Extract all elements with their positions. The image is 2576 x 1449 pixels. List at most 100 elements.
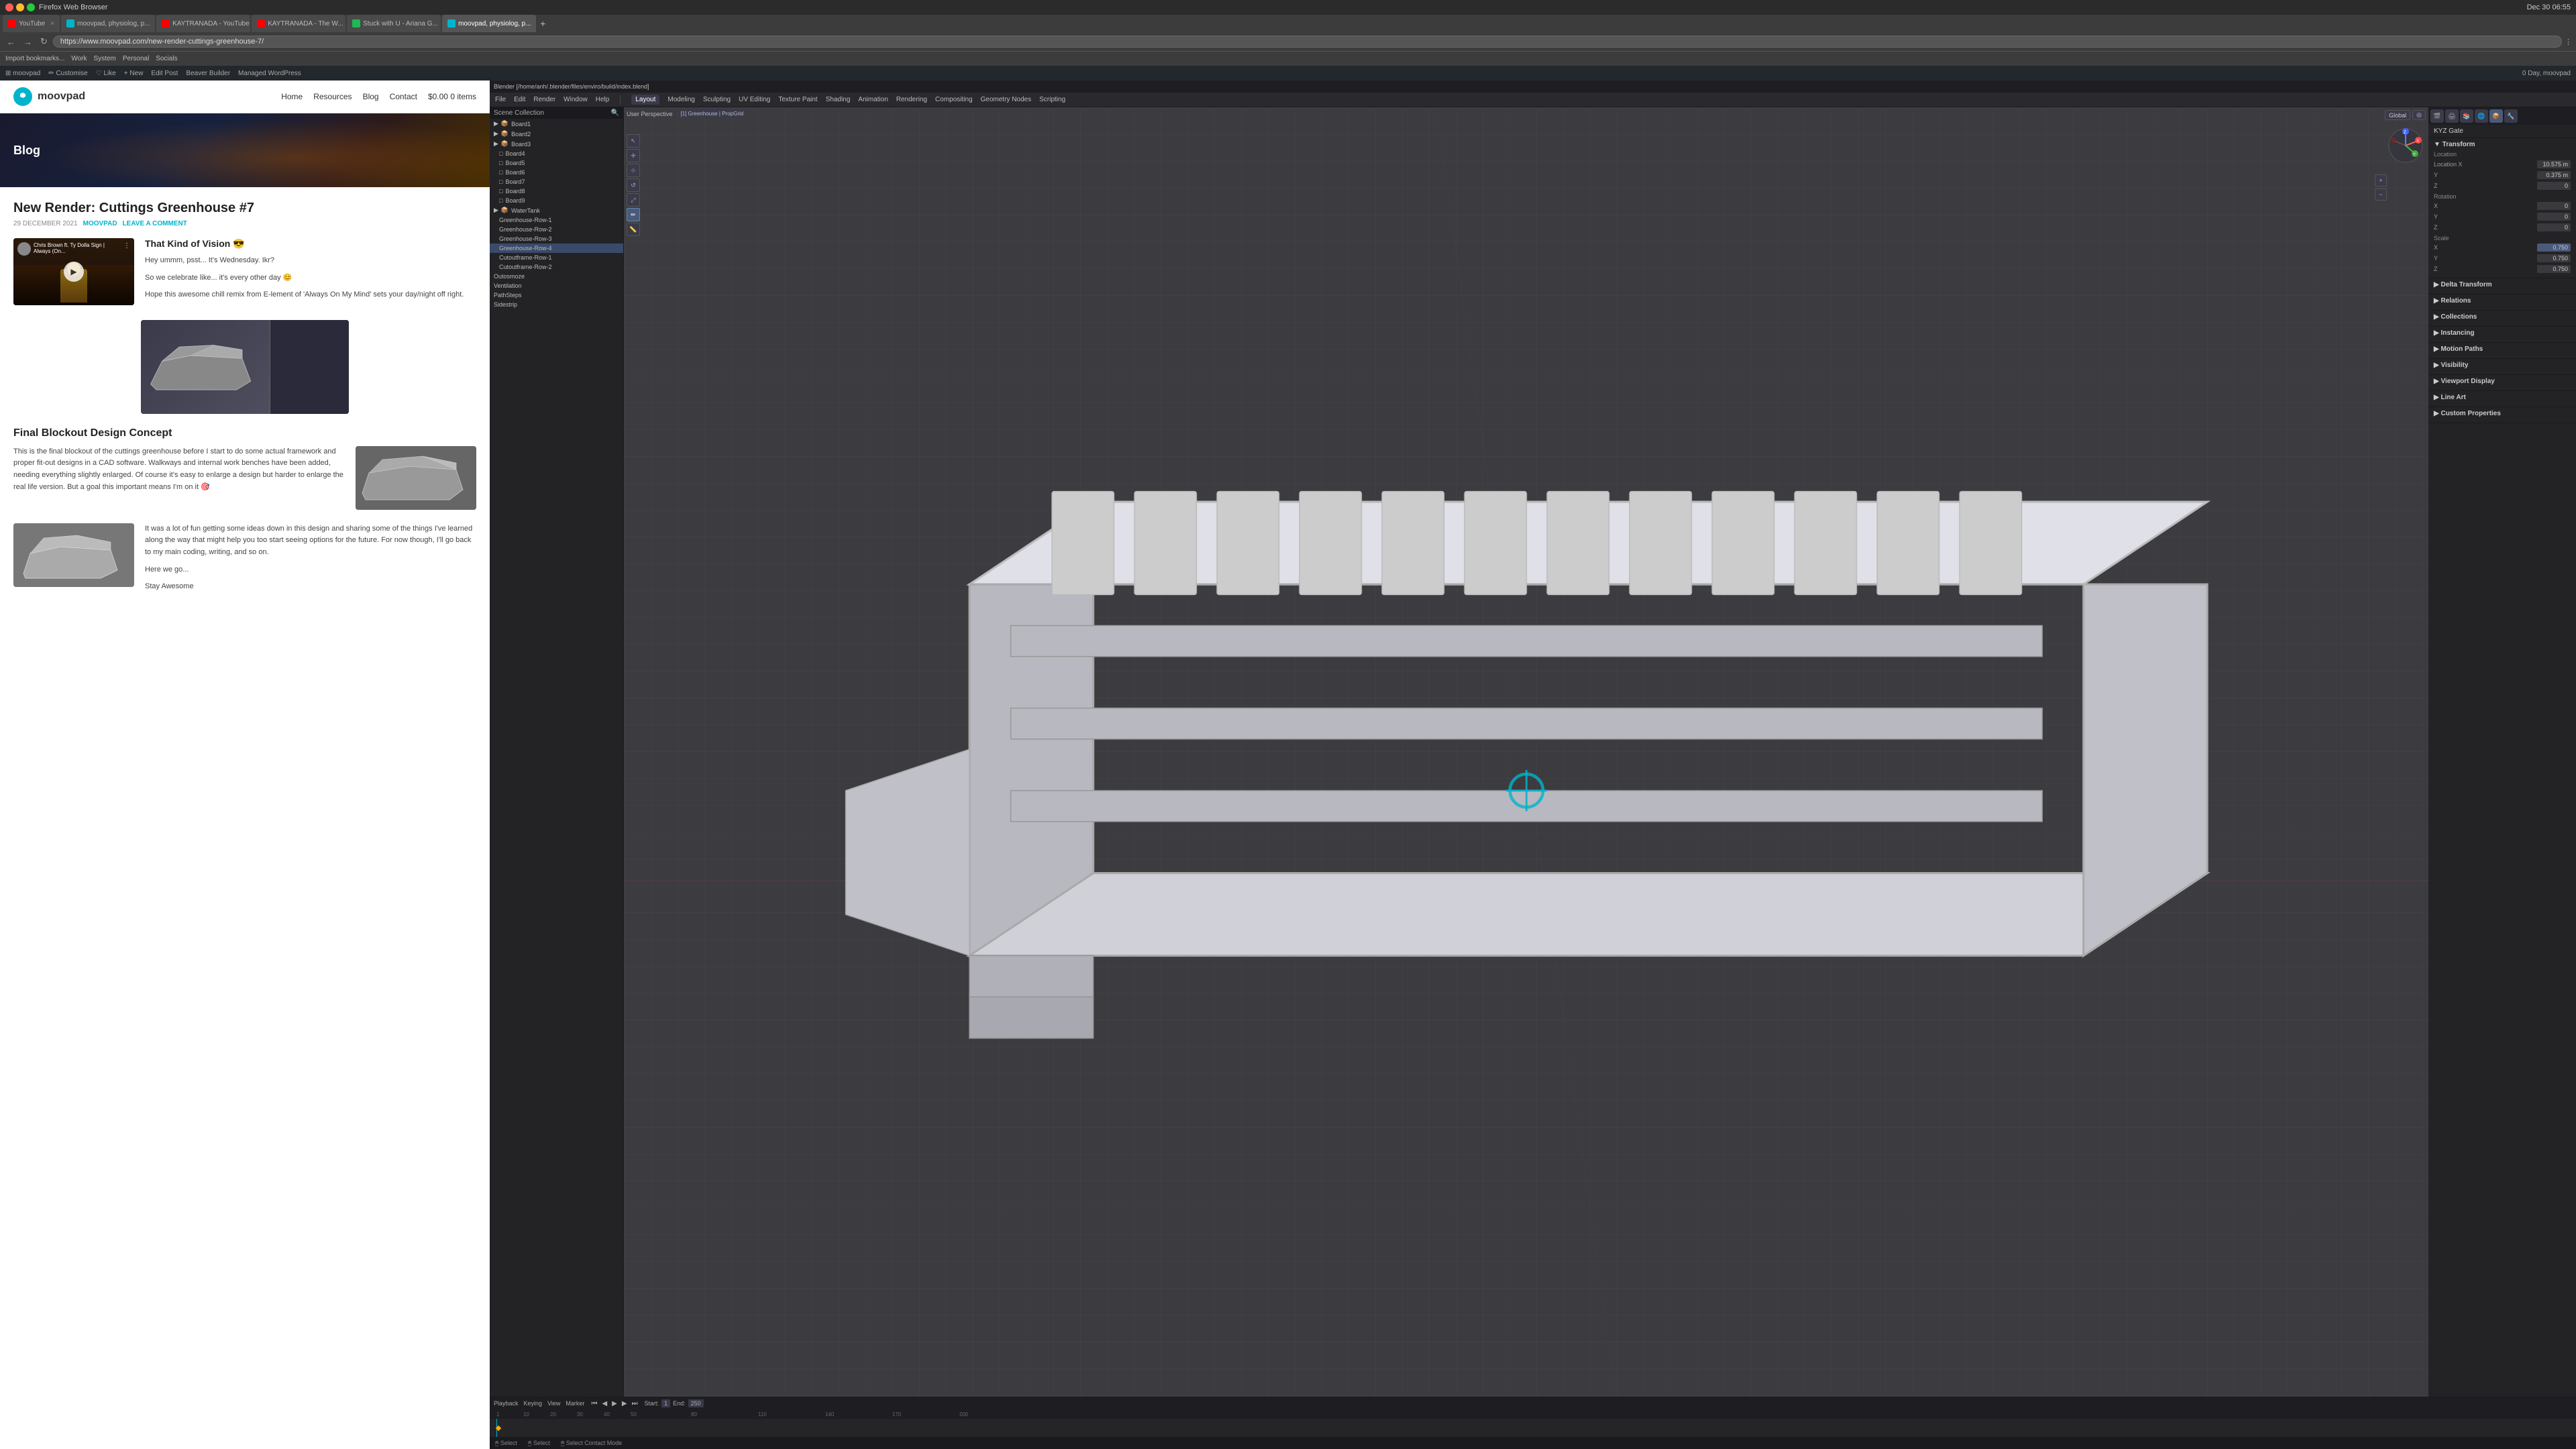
tab-moovpad-active[interactable]: moovpad, physiolog, p... × (442, 15, 536, 32)
minimize-button[interactable] (16, 3, 24, 11)
maximize-button[interactable] (27, 3, 35, 11)
new-tab-button[interactable]: + (537, 18, 548, 29)
outliner-item-outosmoze[interactable]: Outosmoze (490, 272, 623, 281)
bookmark-import[interactable]: Import bookmarks... (5, 55, 64, 62)
workspace-scripting[interactable]: Scripting (1039, 96, 1065, 103)
zoom-in-btn[interactable]: + (2375, 174, 2387, 186)
loc-x-value[interactable]: 10.575 m (2537, 160, 2571, 168)
outliner-item-row1[interactable]: Greenhouse-Row-1 (490, 215, 623, 225)
workspace-animation[interactable]: Animation (858, 96, 888, 103)
loc-y-value[interactable]: 0.375 m (2537, 171, 2571, 179)
outliner-item-cutrow2[interactable]: Cutoutframe-Row-2 (490, 262, 623, 272)
workspace-texture[interactable]: Texture Paint (778, 96, 817, 103)
workspace-uv[interactable]: UV Editing (739, 96, 770, 103)
rotate-tool-btn[interactable]: ↺ (627, 178, 640, 192)
workspace-layout[interactable]: Layout (631, 95, 659, 105)
view-layer-tab[interactable]: 📚 (2460, 109, 2473, 123)
address-bar[interactable] (53, 36, 2562, 48)
zoom-out-btn[interactable]: − (2375, 189, 2387, 201)
transform-title[interactable]: ▼ Transform (2434, 141, 2571, 148)
outliner-item-ventilation[interactable]: Ventilation (490, 281, 623, 290)
outliner-item-sidestrip[interactable]: Sidestrip (490, 300, 623, 309)
bookmark-personal[interactable]: Personal (123, 55, 149, 62)
tab-youtube[interactable]: YouTube × (3, 15, 60, 32)
wp-like[interactable]: ♡ Like (96, 70, 116, 77)
close-button[interactable] (5, 3, 13, 11)
nav-resources[interactable]: Resources (313, 92, 352, 101)
collections-title[interactable]: ▶ Collections (2434, 313, 2571, 321)
outliner-item-board1[interactable]: ▶ 📦 Board1 (490, 119, 623, 129)
wp-managed[interactable]: Managed WordPress (238, 70, 301, 77)
annotate-tool-btn[interactable]: ✏ (627, 208, 640, 221)
reload-button[interactable]: ↻ (38, 35, 50, 48)
tab-close-youtube[interactable]: × (50, 20, 54, 28)
outliner-item-board4[interactable]: □ Board4 (490, 149, 623, 158)
visibility-title[interactable]: ▶ Visibility (2434, 362, 2571, 369)
post-author-link[interactable]: MOOVPAD (83, 220, 117, 227)
back-button[interactable]: ← (4, 36, 18, 48)
outliner-item-row4[interactable]: Greenhouse-Row-4 (490, 244, 623, 253)
forward-button[interactable]: → (21, 36, 35, 48)
delta-transform-title[interactable]: ▶ Delta Transform (2434, 281, 2571, 288)
select-tool-btn[interactable]: ↖ (627, 134, 640, 148)
measure-tool-btn[interactable]: 📏 (627, 223, 640, 236)
scale-tool-btn[interactable]: ⤢ (627, 193, 640, 207)
video-thumbnail[interactable]: Chris Brown ft. Ty Dolla Sign | Always (… (13, 238, 134, 305)
outliner-item-board6[interactable]: □ Board6 (490, 168, 623, 177)
workspace-geometry[interactable]: Geometry Nodes (981, 96, 1032, 103)
outliner-item-board8[interactable]: □ Board8 (490, 186, 623, 196)
start-frame-value[interactable]: 1 (661, 1399, 670, 1407)
menu-file[interactable]: File (495, 96, 506, 103)
workspace-sculpting[interactable]: Sculpting (703, 96, 731, 103)
view-solid-btn[interactable]: ◎ (2412, 110, 2426, 120)
outliner-item-board3[interactable]: ▶ 📦 Board3 (490, 139, 623, 149)
post-comment-link[interactable]: LEAVE A COMMENT (123, 220, 187, 227)
nav-blog[interactable]: Blog (363, 92, 379, 101)
scale-y-value[interactable]: 0.750 (2537, 254, 2571, 262)
tab-kaytranada2[interactable]: KAYTRANADA - The W... × (252, 15, 345, 32)
nav-cart[interactable]: $0.00 0 items (428, 92, 476, 101)
extensions-icon[interactable]: ⋮ (2565, 38, 2572, 46)
loc-z-value[interactable]: 0 (2537, 182, 2571, 190)
menu-window[interactable]: Window (564, 96, 588, 103)
custom-props-title[interactable]: ▶ Custom Properties (2434, 410, 2571, 417)
tab-moovpad1[interactable]: moovpad, physiolog, p... × (61, 15, 155, 32)
output-props-tab[interactable]: 🖨 (2445, 109, 2459, 123)
outliner-item-board9[interactable]: □ Board9 (490, 196, 623, 205)
render-props-tab[interactable]: 🎬 (2430, 109, 2444, 123)
workspace-modeling[interactable]: Modeling (667, 96, 695, 103)
wp-customise[interactable]: ✏ Customise (48, 70, 87, 77)
modifier-tab[interactable]: 🔧 (2504, 109, 2518, 123)
bookmark-system[interactable]: System (94, 55, 116, 62)
go-start-btn[interactable]: ⏮ (590, 1400, 598, 1407)
wp-edit-post[interactable]: Edit Post (151, 70, 178, 77)
relations-title[interactable]: ▶ Relations (2434, 297, 2571, 305)
outliner-search-icon[interactable]: 🔍 (611, 109, 619, 117)
rot-z-value[interactable]: 0 (2537, 223, 2571, 231)
workspace-compositing[interactable]: Compositing (935, 96, 973, 103)
scene-tab[interactable]: 🌐 (2475, 109, 2488, 123)
instancing-title[interactable]: ▶ Instancing (2434, 329, 2571, 337)
video-play-button[interactable]: ▶ (64, 262, 84, 282)
prev-frame-btn[interactable]: ◀ (600, 1400, 608, 1407)
outliner-item-row3[interactable]: Greenhouse-Row-3 (490, 234, 623, 244)
rot-y-value[interactable]: 0 (2537, 213, 2571, 221)
wp-logo[interactable]: ⊞ moovpad (5, 70, 40, 77)
motion-paths-title[interactable]: ▶ Motion Paths (2434, 345, 2571, 353)
menu-render[interactable]: Render (533, 96, 555, 103)
menu-help[interactable]: Help (596, 96, 610, 103)
menu-edit[interactable]: Edit (514, 96, 525, 103)
video-menu-icon[interactable]: ⋮ (123, 242, 130, 250)
tab-kaytranada1[interactable]: KAYTRANADA - YouTube × (156, 15, 250, 32)
nav-contact[interactable]: Contact (390, 92, 417, 101)
bookmark-work[interactable]: Work (71, 55, 87, 62)
wp-new[interactable]: + New (124, 70, 144, 77)
go-end-btn[interactable]: ⏭ (631, 1400, 639, 1407)
next-frame-btn[interactable]: ▶ (621, 1400, 629, 1407)
cursor-tool-btn[interactable]: ✛ (627, 149, 640, 162)
outliner-item-board2[interactable]: ▶ 📦 Board2 (490, 129, 623, 139)
tab-ariana[interactable]: Stuck with U - Ariana G... × (347, 15, 441, 32)
workspace-shading[interactable]: Shading (826, 96, 851, 103)
outliner-item-watertank[interactable]: ▶ 📦 WaterTank (490, 205, 623, 215)
object-tab[interactable]: 📦 (2489, 109, 2503, 123)
